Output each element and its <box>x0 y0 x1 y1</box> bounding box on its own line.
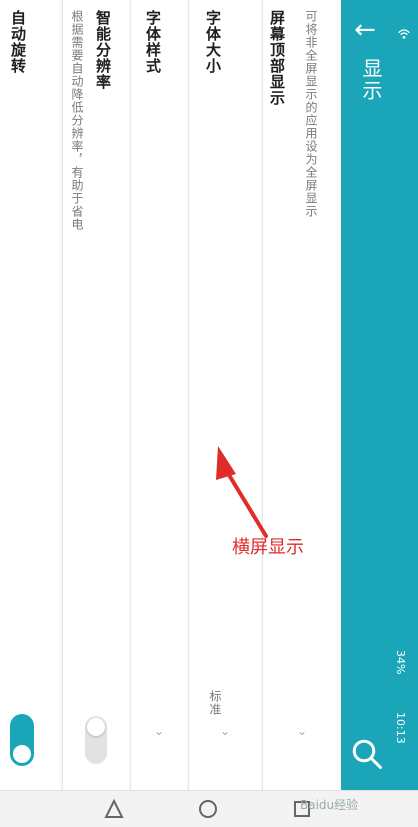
setting-smart-resolution-title: 智能分辨率 <box>94 10 112 90</box>
setting-auto-rotate[interactable]: 自动旋转 <box>0 0 60 790</box>
auto-rotate-toggle[interactable] <box>10 714 34 766</box>
status-time: 10:13 <box>394 712 407 744</box>
annotation-text: 横屏显示 <box>232 537 304 558</box>
setting-auto-rotate-title: 自动旋转 <box>9 10 27 74</box>
status-bar: 34% 10:13 <box>392 0 418 790</box>
chevron-down-icon: ⌄ <box>153 724 165 738</box>
setting-font-size-title: 字体大小 <box>204 10 222 74</box>
setting-screen-top[interactable]: 屏幕顶部显示 可将非全屏显示的应用设为全屏显示 ⌄ <box>262 0 341 790</box>
search-icon[interactable] <box>349 736 385 772</box>
watermark-text: Baidu经验 <box>300 798 359 812</box>
setting-font-style[interactable]: 字体样式 ⌄ <box>130 0 187 790</box>
setting-smart-resolution-subtitle: 根据需要自动降低分辨率，有助于省电 <box>70 10 84 231</box>
page-title: 显示 <box>359 58 383 102</box>
chevron-down-icon: ⌄ <box>296 724 308 738</box>
back-arrow-icon[interactable]: ← <box>341 10 389 50</box>
setting-smart-resolution[interactable]: 智能分辨率 根据需要自动降低分辨率，有助于省电 <box>62 0 129 790</box>
chevron-down-icon: ⌄ <box>219 724 231 738</box>
home-circle-icon[interactable] <box>196 797 220 821</box>
setting-screen-top-subtitle: 可将非全屏显示的应用设为全屏显示 <box>304 10 318 218</box>
setting-font-size-value: 标准 <box>208 690 222 716</box>
smart-resolution-toggle[interactable] <box>85 716 107 764</box>
setting-screen-top-title: 屏幕顶部显示 <box>268 10 286 106</box>
battery-percentage: 34% <box>394 650 407 675</box>
wifi-icon <box>398 29 410 39</box>
setting-font-size[interactable]: 字体大小 标准 ⌄ <box>188 0 261 790</box>
back-triangle-icon[interactable] <box>102 797 126 821</box>
setting-font-style-title: 字体样式 <box>144 10 162 74</box>
